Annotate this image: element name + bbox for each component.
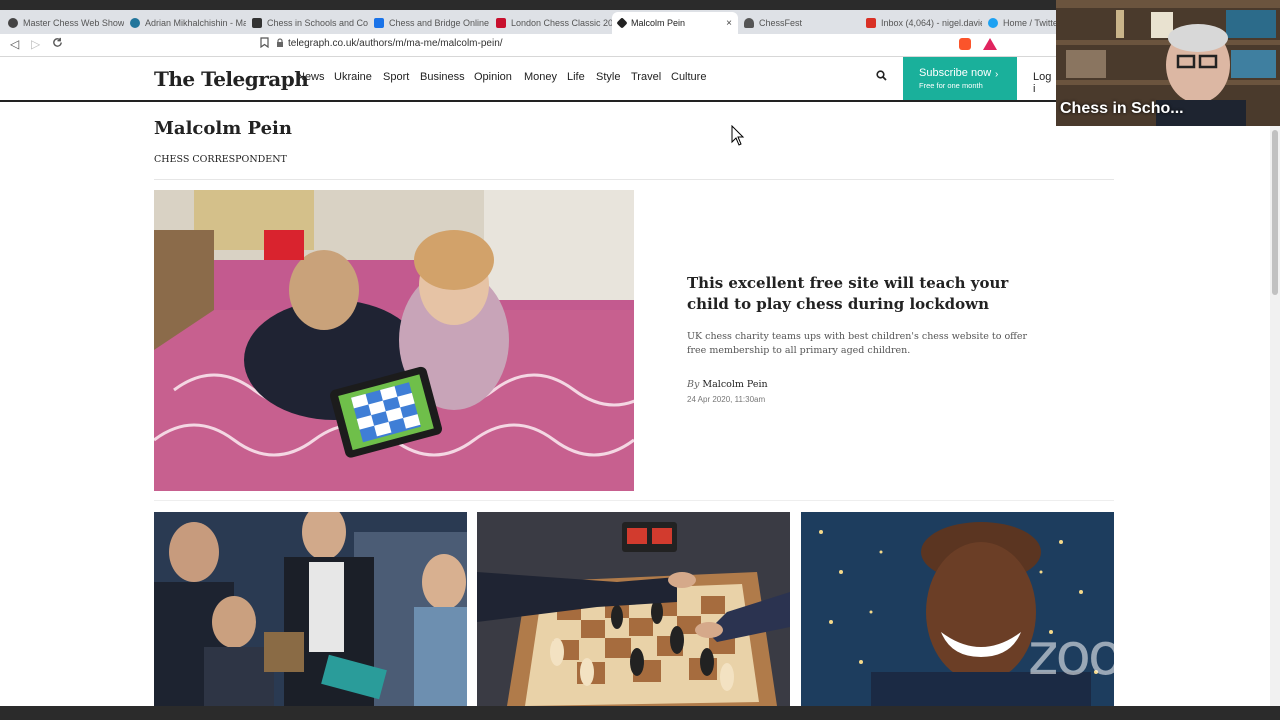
byline-author-link[interactable]: Malcolm Pein (702, 379, 767, 390)
featured-article-image[interactable] (154, 190, 634, 491)
article-card-image[interactable] (477, 512, 790, 706)
bookmark-icon[interactable] (260, 37, 269, 51)
byline-prefix: By (687, 379, 700, 390)
twitter-favicon-icon (988, 18, 998, 28)
tab-close-icon[interactable]: × (726, 18, 732, 29)
wordpress-favicon-icon (130, 18, 140, 28)
nav-item-news[interactable]: News (297, 71, 325, 83)
telegraph-favicon-icon (616, 17, 628, 29)
tab-favicon-icon (374, 18, 384, 28)
tab-favicon-icon (496, 18, 506, 28)
forward-icon[interactable]: ▷ (31, 37, 40, 51)
nav-item-culture[interactable]: Culture (671, 71, 706, 83)
search-icon[interactable] (876, 70, 887, 84)
browser-tab-bar: Master Chess Web Show - Adrian Mikhalchi… (0, 10, 1056, 34)
window-bottom-strip (0, 706, 1280, 720)
featured-byline: By Malcolm Pein (687, 379, 768, 390)
login-link[interactable]: Log i (1033, 71, 1056, 95)
zoom-participant-name: Chess in Scho... (1060, 100, 1184, 117)
article-card-image[interactable] (154, 512, 467, 706)
featured-headline[interactable]: This excellent free site will teach your… (687, 273, 1047, 315)
nav-item-business[interactable]: Business (420, 71, 465, 83)
browser-tab[interactable]: Master Chess Web Show - (2, 12, 124, 34)
site-header: The Telegraph News Ukraine Sport Busines… (0, 57, 1056, 102)
author-role: CHESS CORRESPONDENT (154, 154, 287, 165)
browser-tab[interactable]: Home / Twitter (982, 12, 1056, 34)
subscribe-button[interactable]: Subscribe now Free for one month › (903, 57, 1017, 100)
reload-icon[interactable] (52, 37, 63, 51)
author-name: Malcolm Pein (154, 118, 292, 139)
tab-favicon-icon (252, 18, 262, 28)
browser-tab[interactable]: Adrian Mikhalchishin - Mas (124, 12, 246, 34)
lock-icon (276, 38, 284, 50)
url-input[interactable]: telegraph.co.uk/authors/m/ma-me/malcolm-… (288, 38, 503, 49)
address-bar: ◁ ▷ telegraph.co.uk/authors/m/ma-me/malc… (0, 34, 1056, 57)
brave-rewards-icon[interactable] (983, 38, 997, 50)
browser-tab[interactable]: Inbox (4,064) - nigel.davies (860, 12, 982, 34)
back-icon[interactable]: ◁ (10, 37, 19, 51)
nav-item-style[interactable]: Style (596, 71, 620, 83)
nav-item-life[interactable]: Life (567, 71, 585, 83)
gmail-favicon-icon (866, 18, 876, 28)
zoom-participant-video[interactable]: Chess in Scho... (1056, 0, 1280, 126)
scrollbar-thumb[interactable] (1272, 130, 1278, 295)
tab-favicon-icon (8, 18, 18, 28)
browser-tab-active[interactable]: Malcolm Pein × (612, 12, 738, 34)
nav-item-sport[interactable]: Sport (383, 71, 409, 83)
chevron-right-icon: › (995, 69, 999, 80)
divider (154, 179, 1114, 180)
nav-item-travel[interactable]: Travel (631, 71, 661, 83)
nav-item-ukraine[interactable]: Ukraine (334, 71, 372, 83)
tab-favicon-icon (744, 18, 754, 28)
subscribe-label: Subscribe now (919, 67, 992, 79)
telegraph-logo[interactable]: The Telegraph (154, 67, 309, 91)
browser-tab[interactable]: Chess in Schools and Comm (246, 12, 368, 34)
brave-shield-icon[interactable] (959, 38, 971, 50)
browser-tab[interactable]: ChessFest (738, 12, 860, 34)
featured-standfirst: UK chess charity teams ups with best chi… (687, 331, 1028, 356)
divider (154, 500, 1114, 501)
nav-item-opinion[interactable]: Opinion (474, 71, 512, 83)
subscribe-sublabel: Free for one month (919, 81, 983, 90)
mouse-cursor-icon (731, 124, 745, 152)
featured-date: 24 Apr 2020, 11:30am (687, 395, 766, 404)
browser-tab[interactable]: Chess and Bridge Online Sh (368, 12, 490, 34)
browser-tab[interactable]: London Chess Classic 2021 (490, 12, 612, 34)
zoom-watermark: zoom (1028, 620, 1177, 688)
nav-item-money[interactable]: Money (524, 71, 557, 83)
